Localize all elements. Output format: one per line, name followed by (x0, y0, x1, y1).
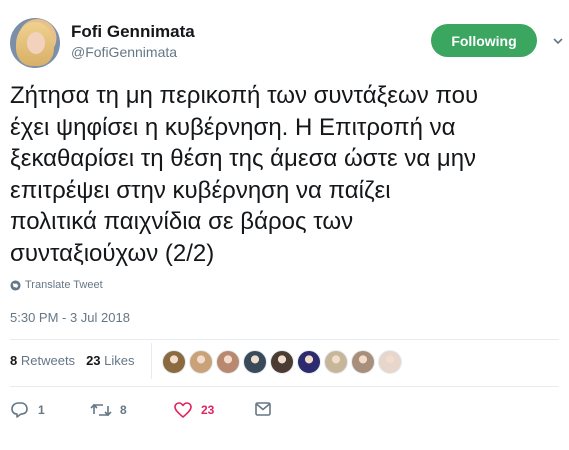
message-icon (255, 402, 271, 416)
divider-bottom (10, 386, 559, 387)
following-button[interactable]: Following (431, 24, 537, 57)
retweets-count: 8 (10, 353, 18, 368)
like-count: 23 (201, 403, 215, 417)
divider-top (10, 339, 559, 340)
liker-avatar[interactable] (351, 350, 375, 374)
author-name[interactable]: Fofi Gennimata (71, 22, 195, 42)
avatar-face (27, 32, 45, 54)
direct-message-button[interactable] (254, 401, 272, 417)
reply-button[interactable]: 1 (10, 401, 45, 419)
author-handle[interactable]: @FofiGennimata (71, 44, 177, 60)
retweets-label: Retweets (20, 353, 76, 368)
reply-count: 1 (38, 403, 45, 417)
tweet-text: Ζήτησα τη μη περικοπή των συντάξεων που … (10, 82, 479, 267)
liker-avatar[interactable] (270, 350, 294, 374)
liker-avatar[interactable] (243, 350, 267, 374)
likes-count: 23 (86, 353, 101, 368)
retweet-button[interactable]: 8 (90, 401, 127, 419)
retweet-count: 8 (120, 403, 127, 417)
liker-avatar[interactable] (216, 350, 240, 374)
liker-avatars (162, 350, 402, 374)
tweet-timestamp[interactable]: 5:30 PM - 3 Jul 2018 (10, 310, 130, 325)
translate-tweet-link[interactable]: Translate Tweet (10, 279, 103, 291)
liker-avatar[interactable] (162, 350, 186, 374)
tweet-actions: 1 8 23 (10, 401, 310, 421)
translate-label[interactable]: Translate Tweet (25, 279, 103, 291)
heart-icon (174, 402, 192, 418)
liker-avatar[interactable] (189, 350, 213, 374)
engagement-stats: 8 Retweets 23 Likes (10, 353, 135, 368)
chevron-down-icon[interactable] (553, 36, 563, 46)
reply-icon (11, 402, 28, 418)
like-button[interactable]: 23 (173, 401, 214, 419)
liker-avatar[interactable] (324, 350, 348, 374)
author-avatar[interactable] (10, 18, 60, 68)
retweet-icon (90, 403, 112, 417)
likes-stat[interactable]: 23 Likes (86, 353, 134, 368)
globe-icon (10, 279, 21, 291)
liker-avatar[interactable] (297, 350, 321, 374)
retweets-stat[interactable]: 8 Retweets (10, 353, 75, 368)
likes-label: Likes (104, 353, 135, 368)
stats-separator (151, 343, 152, 379)
liker-avatar[interactable] (378, 350, 402, 374)
